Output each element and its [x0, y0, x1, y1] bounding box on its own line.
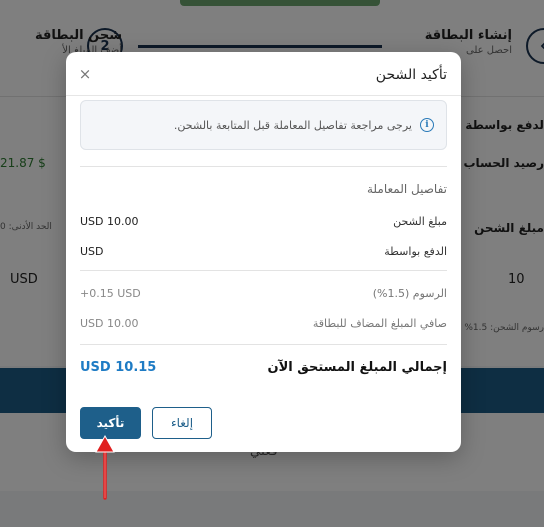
transaction-details-title: تفاصيل المعاملة [367, 182, 447, 196]
divider [80, 270, 447, 271]
detail-row-charge-amount: مبلغ الشحن USD 10.00 [80, 213, 447, 229]
info-text: يرجى مراجعة تفاصيل المعاملة قبل المتابعة… [173, 118, 412, 132]
detail-row-net-amount: صافي المبلغ المضاف للبطاقة USD 10.00 [80, 315, 447, 331]
detail-value: +0.15 USD [80, 286, 141, 300]
total-row: إجمالي المبلغ المستحق الآن USD 10.15 [80, 357, 447, 377]
detail-row-pay-via: الدفع بواسطة USD [80, 243, 447, 259]
modal-title: تأكيد الشحن [375, 67, 447, 83]
divider [80, 166, 447, 167]
detail-value: USD 10.00 [80, 316, 139, 330]
divider [80, 344, 447, 345]
total-label: إجمالي المبلغ المستحق الآن [267, 359, 448, 375]
detail-label: الرسوم (1.5%) [372, 286, 447, 300]
detail-label: مبلغ الشحن [393, 214, 447, 228]
detail-value: USD [80, 244, 104, 258]
detail-value: USD 10.00 [80, 214, 139, 228]
info-notice: i يرجى مراجعة تفاصيل المعاملة قبل المتاب… [80, 100, 447, 150]
detail-label: صافي المبلغ المضاف للبطاقة [312, 316, 447, 330]
total-value: USD 10.15 [80, 359, 157, 375]
info-icon: i [420, 118, 434, 132]
detail-label: الدفع بواسطة [384, 244, 447, 258]
confirm-charge-modal: تأكيد الشحن × i يرجى مراجعة تفاصيل المعا… [66, 52, 461, 452]
detail-row-fees: الرسوم (1.5%) +0.15 USD [80, 285, 447, 301]
cancel-button[interactable]: إلغاء [152, 407, 212, 439]
arrow-up-icon [95, 434, 115, 500]
header-divider [66, 95, 461, 96]
close-button[interactable]: × [76, 65, 94, 83]
